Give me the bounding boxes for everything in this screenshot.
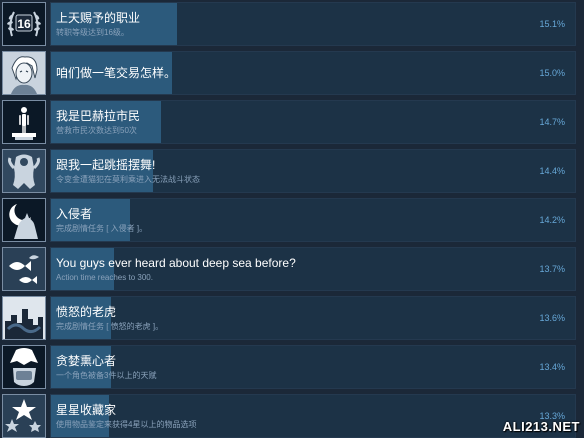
achievement-bar: 我是巴赫拉市民营救市民次数达到50次 14.7% — [50, 100, 576, 144]
achievement-description: 转职等级达到16级。 — [56, 28, 129, 37]
laurel-16-badge-icon: 16 — [2, 2, 46, 46]
citizen-on-pedestal-icon — [2, 100, 46, 144]
achievement-row: 贪婪熏心者一个角色被备3件以上的天赋 13.4% — [0, 343, 584, 391]
achievement-name: 愤怒的老虎 — [56, 305, 117, 319]
achievement-description: 使用物品鉴定来获得4星以上的物品选项 — [56, 420, 197, 429]
dancing-figure-icon — [2, 149, 46, 193]
achievement-row: 愤怒的老虎完成剧情任务 [ 愤怒的老虎 ]。 13.6% — [0, 294, 584, 342]
achievement-name: 入侵者 — [56, 207, 93, 221]
achievement-bar: 愤怒的老虎完成剧情任务 [ 愤怒的老虎 ]。 13.6% — [50, 296, 576, 340]
achievement-description: 营救市民次数达到50次 — [56, 126, 137, 135]
achievement-row: 16 上天赐予的职业转职等级达到16级。 15.1% — [0, 0, 584, 48]
star-collector-icon — [2, 394, 46, 438]
unlock-percentage: 14.2% — [539, 215, 565, 225]
achievement-bar: You guys ever heard about deep sea befor… — [50, 247, 576, 291]
achievement-row: 我是巴赫拉市民营救市民次数达到50次 14.7% — [0, 98, 584, 146]
achievement-name: 贪婪熏心者 — [56, 354, 117, 368]
achievement-row: 星星收藏家 使用物品鉴定来获得4星以上的物品选项 13.3% — [0, 392, 584, 438]
achievement-bar: 跟我一起跳摇摆舞! 令变金遭猫犯在莫利乘进入无法战斗状态 14.4% — [50, 149, 576, 193]
achievement-name: 跟我一起跳摇摆舞! — [56, 158, 156, 172]
achievement-name: 我是巴赫拉市民 — [56, 109, 141, 123]
unlock-percentage: 14.4% — [539, 166, 565, 176]
achievement-description: 完成剧情任务 [ 入侵者 ]。 — [56, 224, 148, 233]
achievement-description: Action time reaches to 300. — [56, 273, 153, 282]
achievement-description: 一个角色被备3件以上的天赋 — [56, 371, 157, 380]
achievement-bar: 星星收藏家 使用物品鉴定来获得4星以上的物品选项 13.3% — [50, 394, 576, 438]
ruined-city-icon — [2, 296, 46, 340]
achievement-name: 咱们做一笔交易怎样。 — [56, 66, 177, 80]
unlock-percentage: 13.7% — [539, 264, 565, 274]
achievement-name: You guys ever heard about deep sea befor… — [56, 256, 296, 270]
achievement-description: 令变金遭猫犯在莫利乘进入无法战斗状态 — [56, 175, 200, 184]
unlock-percentage: 15.1% — [539, 19, 565, 29]
achievement-row: 入侵者完成剧情任务 [ 入侵者 ]。 14.2% — [0, 196, 584, 244]
achievement-list: 16 上天赐予的职业转职等级达到16级。 15.1% 咱们做一笔交易怎样。 15.0%… — [0, 0, 584, 438]
moon-wolf-icon — [2, 198, 46, 242]
svg-text:16: 16 — [17, 17, 31, 31]
achievement-name: 上天赐予的职业 — [56, 11, 141, 25]
unlock-percentage: 15.0% — [539, 68, 565, 78]
unlock-percentage: 13.4% — [539, 362, 565, 372]
greedy-hand-icon — [2, 345, 46, 389]
achievement-name: 星星收藏家 — [56, 403, 117, 417]
achievement-row: 咱们做一笔交易怎样。 15.0% — [0, 49, 584, 97]
unlock-percentage: 13.6% — [539, 313, 565, 323]
unlock-percentage: 14.7% — [539, 117, 565, 127]
watermark: ALI213.NET — [502, 419, 580, 434]
deep-sea-fish-icon — [2, 247, 46, 291]
achievement-row: 跟我一起跳摇摆舞! 令变金遭猫犯在莫利乘进入无法战斗状态 14.4% — [0, 147, 584, 195]
merchant-portrait-icon — [2, 51, 46, 95]
achievement-description: 完成剧情任务 [ 愤怒的老虎 ]。 — [56, 322, 164, 331]
achievement-bar: 入侵者完成剧情任务 [ 入侵者 ]。 14.2% — [50, 198, 576, 242]
achievement-bar: 贪婪熏心者一个角色被备3件以上的天赋 13.4% — [50, 345, 576, 389]
achievement-bar: 上天赐予的职业转职等级达到16级。 15.1% — [50, 2, 576, 46]
achievement-row: You guys ever heard about deep sea befor… — [0, 245, 584, 293]
achievement-bar: 咱们做一笔交易怎样。 15.0% — [50, 51, 576, 95]
